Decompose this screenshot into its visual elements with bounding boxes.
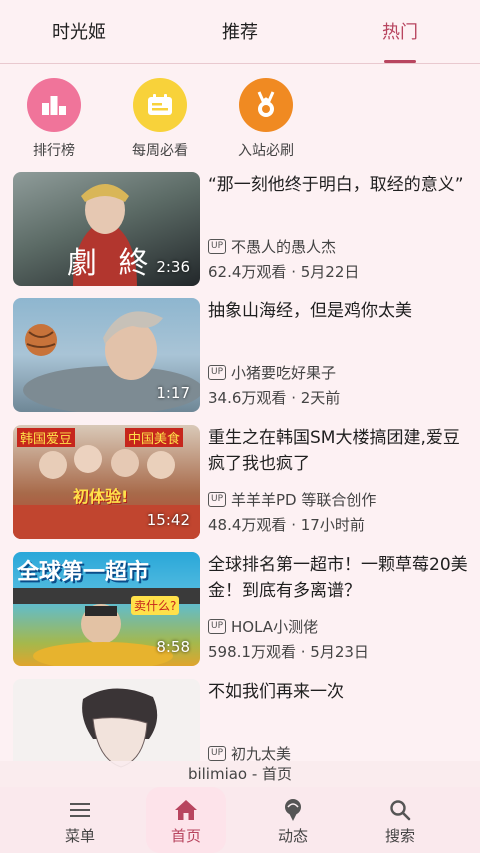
uploader-name: 不愚人的愚人杰: [231, 238, 337, 256]
nav-menu[interactable]: 菜单: [40, 787, 120, 853]
video-thumbnail: 1:17: [13, 298, 200, 412]
tab-shiguangji[interactable]: 时光姬: [52, 18, 106, 44]
separator: ·: [300, 643, 306, 661]
video-thumbnail: 全球第一超市 卖什么? 8:58: [13, 552, 200, 666]
thumbnail-tag: 初体验!: [73, 487, 129, 506]
dynamic-icon: [253, 795, 333, 825]
thumbnail-tag: 中国美食: [125, 428, 184, 447]
publish-time: 17小时前: [300, 516, 365, 534]
top-tab-bar: 时光姬 推荐 热门: [0, 0, 480, 64]
video-duration: 8:58: [156, 638, 190, 656]
uploader-row: UP 不愚人的愚人杰: [208, 236, 336, 257]
separator: ·: [291, 389, 296, 407]
up-badge: UP: [208, 239, 227, 254]
nav-label: 搜索: [384, 827, 415, 845]
uploader-row: UP 羊羊羊PD 等联合创作: [208, 489, 376, 510]
home-icon: [146, 795, 226, 825]
uploader-name: 羊羊羊PD 等联合创作: [231, 491, 377, 509]
video-stats: 62.4万观看 · 5月22日: [208, 261, 359, 282]
separator: ·: [291, 516, 296, 534]
thumbnail-text: 全球第一超市: [17, 560, 150, 585]
tab-recommend[interactable]: 推荐: [222, 18, 258, 44]
up-badge: UP: [208, 619, 227, 634]
tab-hot[interactable]: 热门: [382, 18, 418, 44]
video-card[interactable]: 劇 終 2:36 “那一刻他终于明白，取经的意义” UP 不愚人的愚人杰 62.…: [13, 172, 467, 286]
quick-link-ranking[interactable]: 排行榜: [14, 78, 94, 160]
uploader-row: UP 小猪要吃好果子: [208, 362, 336, 383]
video-stats: 598.1万观看 · 5月23日: [208, 641, 369, 662]
up-badge: UP: [208, 492, 227, 507]
page-caption: bilimiao - 首页: [0, 761, 480, 787]
quick-link-weekly[interactable]: 每周必看: [120, 78, 200, 160]
publish-time: 2天前: [300, 389, 341, 407]
view-count: 62.4万观看: [208, 263, 287, 281]
quick-link-label: 每周必看: [132, 143, 188, 159]
menu-icon: [40, 795, 120, 825]
view-count: 48.4万观看: [208, 516, 287, 534]
medal-icon: [239, 78, 293, 132]
uploader-row: UP HOLA小测佬: [208, 616, 318, 637]
quick-link-label: 入站必刷: [238, 143, 294, 159]
nav-label: 菜单: [64, 827, 95, 845]
quick-link-must-see[interactable]: 入站必刷: [226, 78, 306, 160]
quick-link-label: 排行榜: [33, 143, 75, 159]
video-duration: 1:17: [156, 384, 190, 402]
video-stats: 48.4万观看 · 17小时前: [208, 514, 365, 535]
ranking-icon: [27, 78, 81, 132]
video-title: 抽象山海经，但是鸡你太美: [208, 301, 412, 321]
nav-label: 动态: [277, 827, 308, 845]
publish-time: 5月23日: [310, 643, 369, 661]
video-duration: 15:42: [146, 511, 190, 529]
publish-time: 5月22日: [300, 263, 360, 281]
video-stats: 34.6万观看 · 2天前: [208, 387, 340, 408]
video-card[interactable]: 全球第一超市 卖什么? 8:58 全球排名第一超市！一颗草莓20美金！到底有多离…: [13, 552, 468, 666]
search-icon: [360, 795, 440, 825]
separator: ·: [291, 263, 296, 281]
thumbnail-tag: 韩国爱豆: [17, 428, 76, 447]
video-title: 不如我们再来一次: [208, 682, 344, 702]
video-duration: 2:36: [156, 258, 190, 276]
nav-label: 首页: [170, 827, 201, 845]
thumbnail-text: 劇 終: [67, 246, 155, 281]
view-count: 34.6万观看: [208, 389, 287, 407]
view-count: 598.1万观看: [208, 643, 296, 661]
up-badge: UP: [208, 365, 227, 380]
nav-search[interactable]: 搜索: [360, 787, 440, 853]
video-thumbnail: 劇 終 2:36: [13, 172, 200, 286]
video-card[interactable]: 1:17 抽象山海经，但是鸡你太美 UP 小猪要吃好果子 34.6万观看 · 2…: [13, 298, 467, 412]
bottom-nav: 菜单 首页 动态 搜索: [0, 787, 480, 853]
nav-home[interactable]: 首页: [146, 787, 226, 853]
nav-dynamic[interactable]: 动态: [253, 787, 333, 853]
tab-indicator: [384, 60, 416, 63]
uploader-name: HOLA小测佬: [231, 618, 319, 636]
video-title: “那一刻他终于明白，取经的意义”: [208, 175, 464, 195]
video-title: 全球排名第一超市！一颗草莓20美金！到底有多离谱？: [208, 555, 468, 601]
weekly-calendar-icon: [133, 78, 187, 132]
video-thumbnail: 韩国爱豆 中国美食 初体验! 15:42: [13, 425, 200, 539]
thumbnail-tag: 卖什么?: [131, 596, 180, 615]
video-card[interactable]: 韩国爱豆 中国美食 初体验! 15:42 重生之在韩国SM大楼搞团建,爱豆疯了我…: [13, 425, 467, 539]
up-badge: UP: [208, 746, 227, 761]
uploader-name: 小猪要吃好果子: [231, 364, 337, 382]
video-title: 重生之在韩国SM大楼搞团建,爱豆疯了我也疯了: [208, 428, 460, 474]
